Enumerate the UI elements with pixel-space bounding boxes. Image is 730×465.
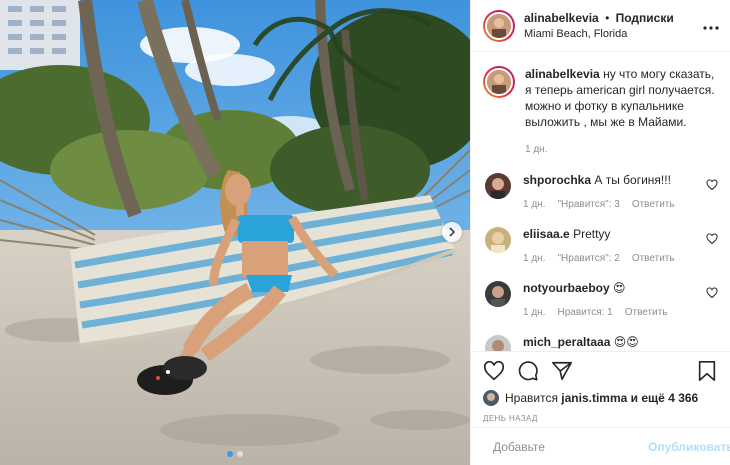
avatar-image [485, 173, 511, 199]
likes-user[interactable]: janis.timma [561, 391, 627, 405]
commenter-avatar[interactable] [485, 173, 511, 199]
comment-time[interactable]: 1 дн. [523, 251, 545, 266]
follow-button[interactable]: Подписки [616, 11, 674, 25]
comments-list[interactable]: alinabelkevia ну что могу сказать, я теп… [471, 52, 730, 351]
comment-text: 😍😍 [613, 335, 639, 349]
likes-prefix: Нравится [505, 391, 558, 405]
caption-username[interactable]: alinabelkevia [525, 67, 600, 81]
publish-button[interactable]: Опубликовать [648, 440, 730, 454]
comment-body: notyourbaeboy 😍 1 дн. Нравится: 1 Ответи… [523, 281, 703, 320]
avatar-image [485, 227, 511, 253]
comment-username[interactable]: notyourbaeboy [523, 281, 610, 295]
next-photo-button[interactable] [442, 222, 462, 242]
comment-item: eliisaa.e Prettyy 1 дн. "Нравится": 2 От… [483, 227, 718, 266]
bookmark-icon[interactable] [696, 360, 718, 382]
heart-icon[interactable] [706, 179, 718, 191]
commenter-avatar[interactable] [485, 227, 511, 253]
comment-username[interactable]: eliisaa.e [523, 227, 570, 241]
post-date[interactable]: ДЕНЬ НАЗАД [483, 414, 718, 423]
comment-meta: 1 дн. "Нравится": 3 Ответить [523, 197, 703, 212]
comment-username[interactable]: mich_peraltaaa [523, 335, 610, 349]
comment-likes[interactable]: "Нравится": 2 [557, 251, 619, 266]
comment-text: 😍 [613, 281, 626, 295]
more-icon [703, 25, 719, 30]
heart-icon[interactable] [706, 287, 718, 299]
likes-summary: Нравится janis.timma и ещё 4 366 [483, 390, 718, 406]
comment-likes[interactable]: Нравится: 1 [557, 305, 612, 320]
comment-username[interactable]: shporochka [523, 173, 591, 187]
comment-body: eliisaa.e Prettyy 1 дн. "Нравится": 2 От… [523, 227, 703, 266]
comment-body: shporochka А ты богиня!!! 1 дн. "Нравитс… [523, 173, 703, 212]
post-header: alinabelkevia • Подписки Miami Beach, Fl… [471, 0, 730, 52]
caption-time[interactable]: 1 дн. [525, 142, 718, 158]
comment-meta: 1 дн. Нравится: 1 Ответить [523, 305, 703, 320]
action-icons [483, 360, 718, 382]
reply-button[interactable]: Ответить [632, 251, 675, 266]
heart-icon[interactable] [483, 360, 505, 382]
comment-time[interactable]: 1 дн. [523, 305, 545, 320]
comment-item: mich_peraltaaa 😍😍 [483, 335, 718, 351]
carousel-dot [227, 451, 233, 457]
commenter-avatar[interactable] [485, 281, 511, 307]
caption-body: alinabelkevia ну что могу сказать, я теп… [525, 66, 718, 158]
share-icon[interactable] [551, 360, 573, 382]
avatar-image [485, 281, 511, 307]
comment-text: А ты богиня!!! [594, 173, 671, 187]
comment-item: shporochka А ты богиня!!! 1 дн. "Нравитс… [483, 173, 718, 212]
author-avatar[interactable] [483, 9, 515, 42]
post-side-panel: alinabelkevia • Подписки Miami Beach, Fl… [470, 0, 730, 465]
comment-body: mich_peraltaaa 😍😍 [523, 335, 703, 350]
more-options-button[interactable] [702, 17, 720, 35]
reply-button[interactable]: Ответить [632, 197, 675, 212]
comment-meta: 1 дн. "Нравится": 2 Ответить [523, 251, 703, 266]
comment-text: Prettyy [573, 227, 611, 241]
comment-time[interactable]: 1 дн. [523, 197, 545, 212]
post-photo[interactable] [0, 0, 470, 465]
post-caption: alinabelkevia ну что могу сказать, я теп… [483, 66, 718, 158]
comment-likes[interactable]: "Нравится": 3 [557, 197, 619, 212]
post-actions: Нравится janis.timma и ещё 4 366 ДЕНЬ НА… [471, 351, 730, 427]
avatar-image [485, 335, 511, 351]
follow-separator: • [605, 10, 610, 25]
beach-hammock-photo [0, 0, 470, 465]
liker-avatar[interactable] [483, 390, 499, 406]
heart-icon[interactable] [706, 233, 718, 245]
comment-input[interactable] [493, 439, 648, 454]
avatar-image [483, 390, 499, 406]
author-username[interactable]: alinabelkevia [524, 11, 599, 25]
author-info: alinabelkevia • Подписки Miami Beach, Fl… [524, 10, 702, 42]
chevron-right-icon [449, 227, 456, 237]
add-comment-bar: Опубликовать [471, 427, 730, 465]
avatar-image [487, 70, 511, 94]
carousel-indicator [0, 451, 470, 457]
instagram-post: alinabelkevia • Подписки Miami Beach, Fl… [0, 0, 730, 465]
post-location[interactable]: Miami Beach, Florida [524, 26, 702, 42]
comment-item: notyourbaeboy 😍 1 дн. Нравится: 1 Ответи… [483, 281, 718, 320]
commenter-avatar[interactable] [485, 335, 511, 351]
comment-icon[interactable] [517, 360, 539, 382]
avatar-image [487, 13, 511, 38]
reply-button[interactable]: Ответить [625, 305, 668, 320]
carousel-dot [237, 451, 243, 457]
likes-count[interactable]: и ещё 4 366 [631, 391, 699, 405]
caption-avatar[interactable] [483, 66, 515, 98]
